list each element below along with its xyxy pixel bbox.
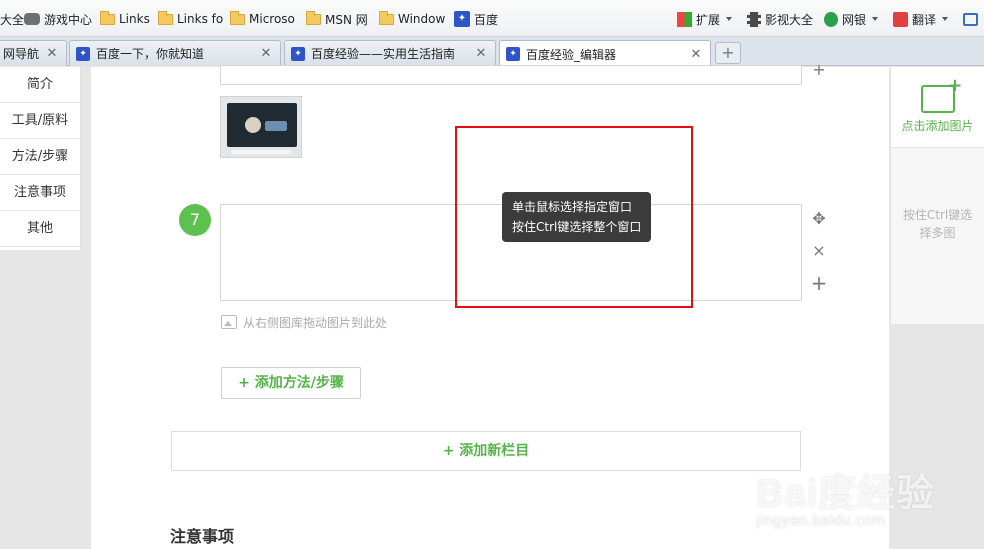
bookmark-baidu[interactable]: ✦ 百度	[454, 11, 498, 27]
thumbnail-bar	[231, 150, 291, 154]
step-image-thumbnail[interactable]	[220, 96, 302, 158]
folder-icon	[230, 10, 245, 25]
close-icon[interactable]: ✕	[690, 47, 702, 62]
tab-label: 百度一下，你就知道	[96, 47, 205, 61]
translate-label: 翻译	[912, 12, 937, 27]
bookmark-label: 游戏中心	[44, 12, 93, 27]
bookmark-label: 大全	[0, 12, 25, 27]
delete-icon[interactable]: ×	[810, 242, 828, 260]
nav-item-notes[interactable]: 注意事项	[0, 175, 80, 211]
tab-jingyan-editor[interactable]: ✦ 百度经验_编辑器 ✕	[499, 40, 711, 67]
thumbnail-screen	[227, 103, 297, 147]
folder-icon	[306, 10, 321, 25]
folder-icon	[100, 10, 115, 25]
folder-icon	[379, 10, 394, 25]
bookmarks-bar: 大全 游戏中心 Links Links fo Microso MSN 网 Win…	[0, 0, 984, 37]
extensions-label: 扩展	[696, 12, 721, 27]
film-icon	[747, 11, 761, 27]
monitor-icon	[963, 12, 978, 26]
baidu-paw-icon: ✦	[506, 47, 520, 61]
bookmark-microso[interactable]: Microso	[230, 10, 295, 27]
add-icon[interactable]: +	[810, 61, 828, 79]
gamepad-icon	[24, 13, 40, 25]
tab-label: 百度经验——实用生活指南	[311, 47, 456, 61]
bookmark-msn[interactable]: MSN 网	[306, 10, 368, 27]
baidu-paw-icon: ✦	[454, 11, 470, 27]
tab-label: 百度经验_编辑器	[526, 47, 617, 62]
chevron-down-icon	[726, 17, 733, 21]
nav-item-intro[interactable]: 简介	[0, 67, 80, 103]
baidu-paw-icon: ✦	[291, 46, 305, 61]
tooltip-line-1: 单击鼠标选择指定窗口	[512, 200, 633, 214]
thumbnail-avatar	[245, 117, 261, 133]
bookmark-label: Window	[398, 12, 446, 26]
multi-select-hint-text: 按住Ctrl键选择多图	[902, 208, 973, 240]
bookmark-daquan[interactable]: 大全	[0, 11, 24, 27]
close-icon[interactable]: ✕	[475, 46, 487, 61]
close-icon[interactable]: ✕	[260, 46, 272, 61]
image-drop-hint[interactable]: 从右侧图库拖动图片到此处	[221, 313, 387, 331]
add-step-button[interactable]: + 添加方法/步骤	[221, 367, 361, 399]
multi-select-hint: 按住Ctrl键选择多图	[891, 148, 984, 242]
tab-jingyan-home[interactable]: ✦ 百度经验——实用生活指南 ✕	[284, 40, 496, 66]
bank-label: 网银	[842, 12, 867, 27]
bank-shield-icon	[824, 11, 838, 27]
close-icon[interactable]: ✕	[46, 46, 58, 61]
add-icon[interactable]: +	[810, 273, 828, 293]
translate-icon	[893, 11, 908, 27]
video-button[interactable]: 影视大全	[747, 11, 813, 27]
bookmark-label: Links	[119, 12, 150, 26]
new-tab-button[interactable]: +	[715, 42, 741, 64]
chevron-down-icon	[872, 17, 879, 21]
add-image-icon	[920, 75, 963, 113]
section-nav: 简介 工具/原料 方法/步骤 注意事项 其他	[0, 67, 81, 250]
bookmark-label: MSN 网	[325, 12, 368, 27]
baidu-jingyan-watermark: Bai度经验 jingyan.baidu.com	[756, 462, 946, 532]
bookmark-game-center[interactable]: 游戏中心	[24, 11, 92, 27]
notes-heading: 注意事项	[170, 527, 235, 546]
nav-item-tools[interactable]: 工具/原料	[0, 103, 80, 139]
image-library-panel: 点击添加图片 按住Ctrl键选择多图	[890, 67, 984, 324]
nav-item-other[interactable]: 其他	[0, 211, 80, 247]
image-drop-hint-text: 从右侧图库拖动图片到此处	[243, 315, 388, 330]
nav-item-steps[interactable]: 方法/步骤	[0, 139, 80, 175]
tab-label: 网导航	[3, 47, 40, 61]
video-label: 影视大全	[765, 12, 814, 27]
bank-button[interactable]: 网银	[824, 11, 879, 27]
tab-baidu-home[interactable]: ✦ 百度一下，你就知道 ✕	[69, 40, 281, 66]
chevron-down-icon	[942, 17, 949, 21]
bookmark-links-fo[interactable]: Links fo	[158, 10, 224, 27]
extensions-grid-icon	[677, 11, 692, 27]
folder-icon	[158, 10, 173, 25]
more-button[interactable]	[963, 11, 982, 27]
previous-step-textarea[interactable]	[220, 65, 802, 85]
image-icon	[221, 315, 237, 329]
tab-nav[interactable]: 网导航 ✕	[0, 40, 67, 66]
bookmark-links[interactable]: Links	[100, 10, 150, 27]
tab-bar: 网导航 ✕ ✦ 百度一下，你就知道 ✕ ✦ 百度经验——实用生活指南 ✕ ✦ 百…	[0, 37, 984, 67]
bookmark-label: 百度	[474, 12, 499, 27]
bookmark-window[interactable]: Window	[379, 10, 446, 27]
step-number-badge: 7	[179, 204, 211, 236]
thumbnail-panel	[265, 121, 287, 131]
bookmark-label: Links fo	[177, 12, 224, 26]
add-image-button[interactable]: 点击添加图片	[891, 67, 984, 148]
extensions-button[interactable]: 扩展	[677, 11, 733, 27]
translate-button[interactable]: 翻译	[893, 11, 949, 27]
watermark-logo: Bai度经验	[756, 473, 936, 515]
move-icon[interactable]: ✥	[810, 210, 828, 228]
add-image-label: 点击添加图片	[901, 119, 974, 133]
tooltip-line-2: 按住Ctrl键选择整个窗口	[512, 220, 642, 234]
add-section-button[interactable]: + 添加新栏目	[171, 431, 801, 471]
tooltip: 单击鼠标选择指定窗口 按住Ctrl键选择整个窗口	[502, 192, 651, 242]
bookmark-label: Microso	[249, 12, 295, 26]
baidu-paw-icon: ✦	[76, 46, 90, 61]
